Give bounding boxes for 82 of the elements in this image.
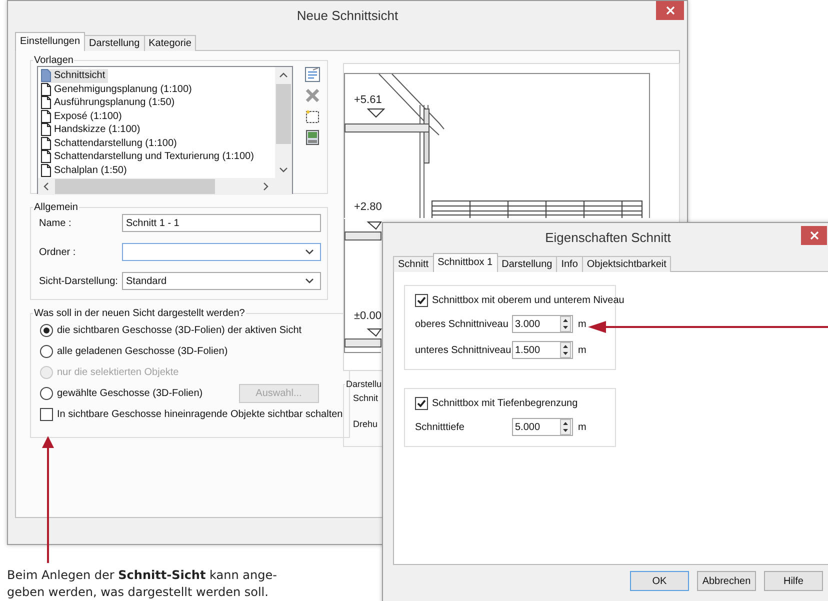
list-item[interactable]: Schattendarstellung und Texturierung (1:100) xyxy=(41,150,257,164)
spinner-icon[interactable] xyxy=(560,419,571,435)
field-label: Ordner : xyxy=(38,246,77,258)
close-icon xyxy=(810,231,818,240)
group-label: Was soll in der neuen Sicht dargestellt werden? xyxy=(33,308,246,319)
list-item[interactable]: Handskizze (1:100) xyxy=(41,123,144,136)
delete-icon xyxy=(304,87,321,104)
number-field[interactable]: 1.500 xyxy=(512,341,573,359)
radio-button[interactable] xyxy=(40,324,53,336)
group-label: Vorlagen xyxy=(33,55,74,66)
horizontal-scrollbar[interactable] xyxy=(38,178,292,195)
document-icon xyxy=(41,136,51,150)
save-icon xyxy=(304,129,321,146)
toolbar-button[interactable] xyxy=(304,129,321,146)
caption-text: Beim Anlegen der Schnitt-Sicht kann ange- geben werden, was dargestellt werden soll. xyxy=(7,567,277,601)
list-item[interactable]: Genehmigungsplanung (1:100) xyxy=(41,82,195,96)
list-item[interactable]: Ausführungsplanung (1:50) xyxy=(41,96,178,110)
tab[interactable]: Einstellungen xyxy=(15,32,86,51)
field-label: Schnit xyxy=(353,393,378,405)
list-item[interactable]: Schalplan (1:50) xyxy=(41,164,130,177)
spinner-icon[interactable] xyxy=(560,316,571,332)
tab[interactable]: Info xyxy=(556,256,583,272)
checkbox[interactable] xyxy=(415,294,428,306)
document-icon xyxy=(41,150,51,164)
tab[interactable]: Darstellung xyxy=(496,256,558,272)
toolbar-button[interactable] xyxy=(304,66,321,83)
list-item[interactable]: Schnittsicht xyxy=(41,69,108,82)
close-icon xyxy=(666,6,674,15)
level-label: +2.80 xyxy=(354,201,382,213)
window-title: Neue Schnittsicht xyxy=(296,8,398,22)
document-icon xyxy=(41,96,51,110)
close-button[interactable] xyxy=(656,1,684,20)
vertical-scrollbar[interactable] xyxy=(275,67,292,178)
option-label: die sichtbaren Geschosse (3D-Folien) der aktiven Sicht xyxy=(57,324,302,336)
unit-label: m xyxy=(578,318,586,330)
checkbox[interactable] xyxy=(40,408,53,420)
group-label: Allgemein xyxy=(33,202,79,213)
dialog-button[interactable]: Abbrechen xyxy=(697,571,756,591)
window-title: Eigenschaften Schnitt xyxy=(545,230,671,244)
toolbar-button[interactable] xyxy=(304,108,321,125)
number-field[interactable]: 3.000 xyxy=(512,315,573,333)
document-icon xyxy=(41,110,51,123)
field-label: Name : xyxy=(38,218,72,228)
new-icon xyxy=(304,108,321,125)
input-field[interactable]: Schnitt 1 - 1 xyxy=(122,214,321,232)
spinner-icon[interactable] xyxy=(560,342,571,358)
close-button[interactable] xyxy=(801,226,827,245)
tab[interactable]: Schnitt xyxy=(393,256,434,272)
option-label: gewählte Geschosse (3D-Folien) xyxy=(57,388,203,398)
radio-button[interactable] xyxy=(40,386,53,400)
list-item[interactable]: Schattendarstellung (1:100) xyxy=(41,136,180,150)
checkbox[interactable] xyxy=(415,396,428,410)
field-label: Sicht-Darstellung: xyxy=(38,276,119,286)
edit-icon xyxy=(304,66,321,83)
tab[interactable]: Objektsichtbarkeit xyxy=(582,256,672,272)
group-label: Darstellu xyxy=(345,379,383,389)
dropdown[interactable]: Standard xyxy=(122,272,321,290)
checkbox-label: Schnittbox mit Tiefenbegrenzung xyxy=(432,398,578,408)
tab[interactable]: Kategorie xyxy=(144,35,196,51)
tab[interactable]: Darstellung xyxy=(84,35,145,51)
document-icon xyxy=(41,123,51,136)
field-label: Schnitttiefe xyxy=(415,422,466,432)
option-label: In sichtbare Geschosse hineinragende Objekte sichtbar schalten xyxy=(57,408,343,420)
field-label: Drehu xyxy=(353,419,378,431)
level-label: ±0.00 xyxy=(354,310,382,322)
document-icon xyxy=(41,164,51,177)
unit-label: m xyxy=(578,344,586,356)
field-label: unteres Schnittniveau xyxy=(415,344,509,356)
number-field[interactable]: 5.000 xyxy=(512,418,573,436)
unit-label: m xyxy=(578,422,586,432)
level-label: +5.61 xyxy=(354,94,382,106)
option-label: alle geladenen Geschosse (3D-Folien) xyxy=(57,346,228,356)
field-label: oberes Schnittniveau xyxy=(415,318,509,330)
document-icon xyxy=(41,69,51,82)
dialog-button[interactable]: Hilfe xyxy=(764,571,823,591)
option-label: nur die selektierten Objekte xyxy=(57,366,179,378)
list-item[interactable]: Exposé (1:100) xyxy=(41,110,125,123)
tab[interactable]: Schnittbox 1 xyxy=(432,253,498,272)
document-icon xyxy=(41,82,51,96)
radio-button[interactable] xyxy=(40,344,53,358)
checkbox-label: Schnittbox mit oberem und unterem Niveau xyxy=(432,294,624,306)
dialog-button[interactable]: OK xyxy=(630,571,689,591)
